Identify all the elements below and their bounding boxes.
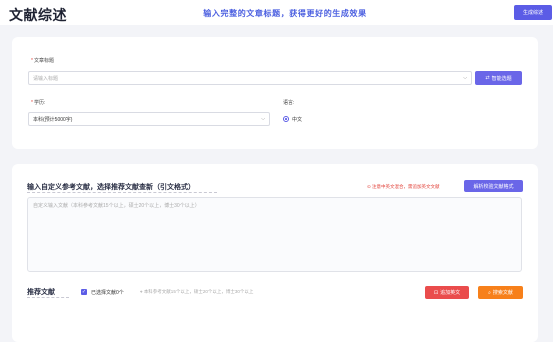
title-field-label: *文章标题 (31, 57, 54, 64)
degree-field-label: *学历: (31, 99, 45, 106)
title-input[interactable]: 请输入标题 ⌵ (28, 71, 472, 85)
required-mark: * (31, 58, 33, 64)
language-radio[interactable] (283, 116, 289, 122)
chevron-down-icon[interactable]: ⌵ (463, 75, 467, 81)
language-option-label: 中文 (292, 117, 303, 123)
add-english-button[interactable]: ⊡ 追加英文 (425, 286, 469, 299)
recommend-hint-text: 本科参考文献15个以上，硕士20个以上，博士30个以上 (143, 289, 254, 294)
top-bar: 文献综述 输入完整的文章标题，获得更好的生成效果 生成综述 (0, 0, 553, 25)
smart-topic-label: 智能选题 (491, 75, 512, 82)
search-icon: ⌕ (488, 289, 491, 296)
title-underline (27, 297, 69, 298)
magic-wand-icon: ⇄ (485, 75, 490, 81)
recommend-hint: ⌖ 本科参考文献15个以上，硕士20个以上，博士30个以上 (140, 289, 253, 295)
language-field-label: 语言: (283, 100, 295, 106)
degree-label-text: 学历: (33, 100, 46, 106)
search-references-label: 搜索文献 (492, 290, 513, 296)
smart-topic-button[interactable]: ⇄ 智能选题 (475, 71, 522, 85)
add-icon: ⊡ (433, 289, 439, 296)
warning-text: 注意中英文混合，需追加英文文献 (372, 184, 440, 189)
chevron-down-icon[interactable]: ⌵ (261, 116, 265, 122)
generate-review-button[interactable]: 生成综述 (514, 5, 552, 20)
add-english-label: 追加英文 (440, 290, 461, 296)
header-tagline: 输入完整的文章标题，获得更好的生成效果 (203, 9, 367, 18)
custom-references-title: 输入自定义参考文献，选择推荐文献查新（引文格式） (27, 184, 195, 191)
title-underline (27, 192, 217, 193)
references-card: 输入自定义参考文献，选择推荐文献查新（引文格式） ⊙ 注意中英文混合，需追加英文… (12, 164, 538, 342)
degree-select[interactable]: 本科(预计5000字) ⌵ (28, 112, 270, 126)
search-references-button[interactable]: ⌕ 搜索文献 (478, 286, 523, 299)
app-title: 文献综述 (9, 7, 67, 23)
location-pin-icon: ⌖ (140, 289, 143, 294)
recommended-references-title: 推荐文献 (27, 289, 55, 296)
custom-references-textarea[interactable]: 自定义输入文献（本科参考文献15个以上，硕士20个以上，博士30个以上） (27, 197, 522, 272)
title-label-text: 文章标题 (33, 58, 54, 64)
parse-format-button[interactable]: 解析校验文献格式 (464, 180, 523, 192)
warning-icon: ⊙ (367, 184, 371, 189)
required-mark: * (31, 100, 33, 106)
title-placeholder: 请输入标题 (33, 75, 59, 82)
language-warning: ⊙ 注意中英文混合，需追加英文文献 (367, 184, 440, 190)
degree-value: 本科(预计5000字) (33, 116, 73, 123)
selected-checkbox[interactable]: ✓ (81, 289, 87, 295)
selected-count-label: 已选择文献0个 (91, 290, 124, 296)
article-form-card: *文章标题 请输入标题 ⌵ ⇄ 智能选题 *学历: 本科(预计5000字) ⌵ … (12, 37, 538, 149)
